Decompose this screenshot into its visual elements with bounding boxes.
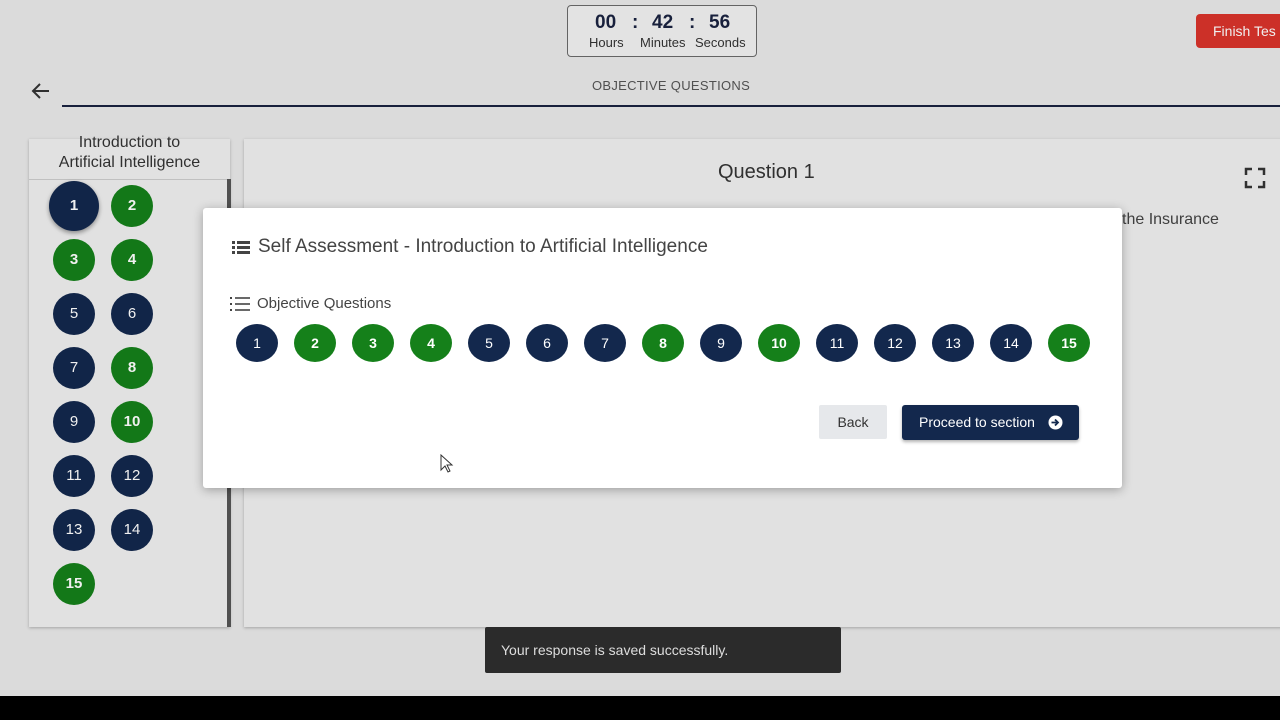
modal-question-button[interactable]: 3 [352, 324, 394, 362]
arrow-right-circle-icon [1048, 415, 1063, 430]
modal-question-button[interactable]: 9 [700, 324, 742, 362]
modal-title: Self Assessment - Introduction to Artifi… [258, 236, 708, 257]
modal-question-button[interactable]: 11 [816, 324, 858, 362]
modal-question-button[interactable]: 4 [410, 324, 452, 362]
modal-question-button[interactable]: 6 [526, 324, 568, 362]
modal-question-button[interactable]: 12 [874, 324, 916, 362]
section-label: Objective Questions [257, 295, 392, 312]
modal-question-button[interactable]: 2 [294, 324, 336, 362]
proceed-to-section-button[interactable]: Proceed to section [902, 405, 1079, 440]
back-button[interactable]: Back [819, 405, 887, 439]
numbered-list-icon [230, 296, 250, 312]
modal-question-button[interactable]: 5 [468, 324, 510, 362]
modal-question-button[interactable]: 15 [1048, 324, 1090, 362]
modal-question-button[interactable]: 1 [236, 324, 278, 362]
modal-question-button[interactable]: 13 [932, 324, 974, 362]
modal-question-button[interactable]: 10 [758, 324, 800, 362]
page: 00 : 42 : 56 Hours Minutes Seconds Finis… [0, 0, 1280, 696]
toast-notification: Your response is saved successfully. [485, 627, 841, 673]
list-icon [232, 240, 250, 256]
modal-question-button[interactable]: 7 [584, 324, 626, 362]
modal-question-button[interactable]: 8 [642, 324, 684, 362]
mouse-cursor-icon [440, 453, 454, 474]
proceed-button-label: Proceed to section [919, 414, 1035, 430]
section-summary-modal: Self Assessment - Introduction to Artifi… [203, 208, 1122, 488]
modal-question-button[interactable]: 14 [990, 324, 1032, 362]
